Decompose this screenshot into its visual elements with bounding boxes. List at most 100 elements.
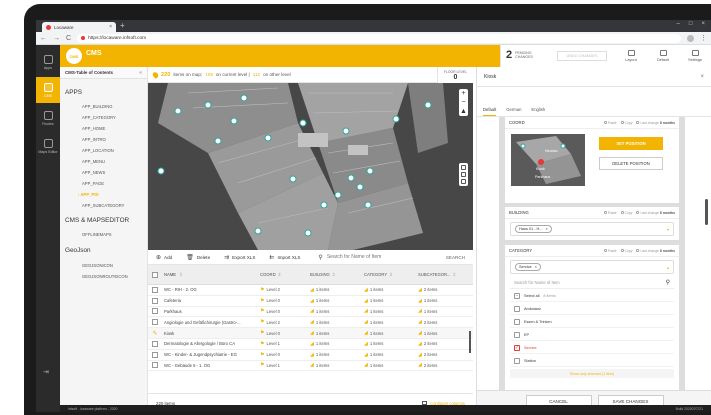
chip-remove-icon[interactable]: × [535, 265, 537, 269]
north-button[interactable]: ▲ [460, 107, 467, 116]
floor-level-selector[interactable]: FLOOR LEVEL 0 [437, 67, 473, 83]
search-input[interactable] [326, 254, 409, 260]
pencil-icon[interactable]: ✎ [152, 330, 157, 337]
select-all-checkbox[interactable]: − [514, 292, 520, 299]
table-row[interactable]: WC - RIH - 2. OG ⚑ Level 2 ◢ 1 items ◢ 1 it… [148, 285, 473, 296]
toc-item-app-building[interactable]: APP_BUILDING [82, 104, 113, 109]
table-row[interactable]: Angiologie und Gefäßchirurgie (Gastro-..… [148, 317, 473, 329]
option-checkbox[interactable] [514, 318, 520, 325]
copy-button[interactable]: Copy [620, 211, 632, 215]
delete-button[interactable]: 🗑 Delete [186, 254, 210, 261]
new-tab-button[interactable]: + [120, 22, 125, 30]
row-checkbox[interactable] [152, 308, 158, 315]
add-button[interactable]: ⊕ Add [156, 254, 172, 261]
rail-item-apps[interactable]: Apps [36, 49, 60, 75]
zoom-out-button[interactable]: − [461, 98, 465, 107]
col-category[interactable]: CATEGORY ⇳ [364, 272, 418, 278]
toc-item-app-category[interactable]: APP_CATEGORY [82, 115, 116, 120]
table-row[interactable]: Parkhaus ⚑ Level 0 ◢ 1 items ◢ 1 items ◢ 1 i… [148, 307, 473, 318]
table-row[interactable]: WC - Gebäude 5 - 1. OG ⚑ Level 1 ◢ 1 items… [148, 361, 473, 372]
toc-item-geojsonrouteicon[interactable]: GEOJSONROUTEICON [82, 274, 128, 279]
toc-item-app-intro[interactable]: APP_INTRO [82, 137, 106, 142]
toc-item-app-location[interactable]: APP_LOCATION [82, 148, 114, 153]
layers-icon[interactable] [461, 179, 466, 184]
export-xls-button[interactable]: ⇉ Export XLS [224, 254, 255, 261]
maximize-button[interactable]: □ [689, 21, 693, 27]
toc-item-app-home[interactable]: APP_HOME [82, 126, 105, 131]
option-checkbox[interactable] [514, 305, 520, 312]
tab-german[interactable]: German [506, 103, 521, 116]
category-search[interactable]: Search for Name of Item ⚲ [510, 276, 674, 289]
option-checkbox[interactable] [514, 357, 520, 364]
table-row[interactable]: Cafeteria ⚑ Level 0 ◢ 1 items ◢ 1 items ◢ 1 … [148, 296, 473, 307]
floor-map[interactable] [148, 83, 473, 250]
settings-button[interactable]: Settings [681, 47, 709, 65]
close-window-button[interactable]: × [701, 21, 705, 27]
row-checkbox[interactable] [152, 340, 158, 347]
chip-remove-icon[interactable]: × [545, 227, 547, 231]
toc-item-app-page[interactable]: APP_PAGE [82, 181, 104, 186]
category-select[interactable]: Service × ▴ [510, 260, 674, 274]
toc-item-app-subcategory[interactable]: APP_SUBCATEGORY [82, 203, 124, 208]
coord-map-preview[interactable]: Neubau Kiosk Parkhaus [511, 134, 585, 186]
option-ep[interactable]: EP [510, 329, 674, 341]
panel-scrollbar[interactable] [705, 199, 708, 225]
col-subcategory[interactable]: SUBCATEGOR... ⇳ [418, 272, 468, 278]
building-select[interactable]: Haus 01 - H... × ▾ [510, 222, 674, 236]
reload-icon[interactable]: C [66, 35, 71, 42]
tab-close-icon[interactable]: × [109, 24, 112, 30]
toc-item-app-poi[interactable]: › APP_POI [78, 192, 99, 197]
zoom-in-button[interactable]: + [461, 89, 465, 98]
search-button[interactable]: SEARCH [446, 255, 465, 260]
draw-icon[interactable] [461, 165, 466, 170]
toc-item-offlinemaps[interactable]: OFFLINEMAPS [82, 232, 112, 237]
undo-changes-button[interactable]: UNDO CHANGES [557, 51, 607, 61]
default-button[interactable]: Default [649, 47, 677, 65]
collapse-icon[interactable]: « [139, 70, 142, 76]
back-icon[interactable]: ← [40, 35, 47, 42]
browser-tab[interactable]: Locaware × [42, 22, 116, 32]
close-icon[interactable]: × [700, 74, 704, 80]
rail-item-routes[interactable]: Routes [36, 105, 60, 131]
row-checkbox[interactable] [152, 319, 158, 326]
select-all-checkbox[interactable] [152, 271, 158, 278]
rail-item-maps-editor[interactable]: Maps Editor [36, 133, 60, 159]
toc-item-app-news[interactable]: APP_NEWS [82, 170, 105, 175]
toc-item-geojsonicon[interactable]: GEOJSONICON [82, 263, 113, 268]
show-only-selected-link[interactable]: Show only selected (1 item) [510, 369, 674, 378]
option-ambulanz[interactable]: Ambulanz [510, 303, 674, 315]
layout-button[interactable]: Layout [617, 47, 645, 65]
copy-button[interactable]: Copy [620, 121, 632, 125]
tab-default[interactable]: Default [483, 103, 497, 116]
option-essen-trinken[interactable]: Essen & Trinken [510, 316, 674, 328]
target-icon[interactable] [461, 172, 466, 177]
option-service[interactable]: ✓ Service [510, 342, 674, 354]
option-station[interactable]: Station [510, 355, 674, 367]
tab-english[interactable]: English [531, 103, 545, 116]
table-scrollbar[interactable] [469, 331, 471, 353]
minimize-button[interactable]: – [677, 21, 680, 27]
category-chip[interactable]: Service × [515, 263, 541, 271]
browser-menu-icon[interactable]: ⋮ [700, 34, 707, 42]
table-row[interactable]: Dermatologie & Allergologie / Büro CA ⚑ L… [148, 339, 473, 350]
table-row[interactable]: WC - Kinder- & Jugendpsychiatrie - EG ⚑ L… [148, 350, 473, 361]
row-checkbox[interactable] [152, 286, 158, 293]
paste-button[interactable]: Paste [603, 211, 617, 215]
rail-item-cms[interactable]: CMS [36, 77, 60, 103]
select-all-option[interactable]: − Select all 8 items [510, 290, 674, 302]
set-position-button[interactable]: SET POSITION [599, 137, 663, 150]
copy-button[interactable]: Copy [620, 249, 632, 253]
paste-button[interactable]: Paste [603, 249, 617, 253]
profile-avatar[interactable] [687, 34, 694, 42]
option-checkbox[interactable] [514, 331, 520, 338]
row-checkbox[interactable] [152, 297, 158, 304]
import-xls-button[interactable]: ⇇ Import XLS [269, 254, 300, 261]
col-building[interactable]: BUILDING ⇳ [310, 272, 364, 278]
url-field[interactable]: https://locaware.infsoft.com [77, 33, 681, 43]
delete-position-button[interactable]: DELETE POSITION [599, 157, 663, 170]
table-row-active[interactable]: ✎ Kiosk ⚑ Level 0 ◢ 1 items ◢ 1 items ◢ 1 it… [148, 328, 473, 339]
logout-icon[interactable]: ⇥ [43, 368, 49, 376]
option-checkbox-checked[interactable]: ✓ [514, 344, 520, 351]
forward-icon[interactable]: → [53, 35, 60, 42]
row-checkbox[interactable] [152, 362, 158, 369]
